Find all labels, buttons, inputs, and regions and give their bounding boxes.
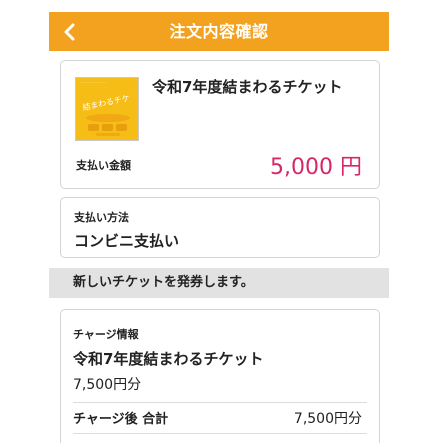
divider	[73, 433, 367, 434]
order-confirmation-screen: 注文内容確認 - - - - - - - - - - 結まわるチケ 令和7年度結…	[0, 0, 443, 443]
notice-bar: 新しいチケットを発券します。	[49, 268, 389, 298]
header-bar: 注文内容確認	[49, 12, 389, 51]
charge-info-card: チャージ情報 令和7年度結まわるチケット 7,500円分 チャージ後 合計 7,…	[60, 309, 380, 443]
charge-total-value: 7,500円分	[293, 411, 362, 427]
page-title: 注文内容確認	[169, 22, 269, 41]
payment-amount-value: 5,000 円	[270, 155, 362, 180]
payment-method-value: コンビニ支払い	[74, 232, 180, 250]
payment-method-label: 支払い方法	[74, 211, 129, 224]
ticket-card: - - - - - - - - - - 結まわるチケ 令和7年度結まわるチケット…	[60, 60, 380, 189]
notice-text: 新しいチケットを発券します。	[73, 275, 254, 290]
payment-amount-label: 支払い金額	[76, 159, 131, 172]
ticket-name: 令和7年度結まわるチケット	[152, 78, 343, 96]
ticket-thumbnail-art: - - - - - - - - - - 結まわるチケ	[76, 78, 138, 140]
charge-total-label: チャージ後 合計	[73, 412, 169, 427]
svg-text:- - - - - - - - - -: - - - - - - - - - -	[81, 80, 107, 85]
divider	[73, 402, 367, 403]
payment-method-card: 支払い方法 コンビニ支払い	[60, 197, 380, 258]
charge-ticket-name: 令和7年度結まわるチケット	[73, 350, 264, 368]
ticket-thumbnail: - - - - - - - - - - 結まわるチケ	[75, 77, 139, 141]
charge-amount: 7,500円分	[73, 377, 142, 393]
charge-info-label: チャージ情報	[73, 328, 139, 341]
